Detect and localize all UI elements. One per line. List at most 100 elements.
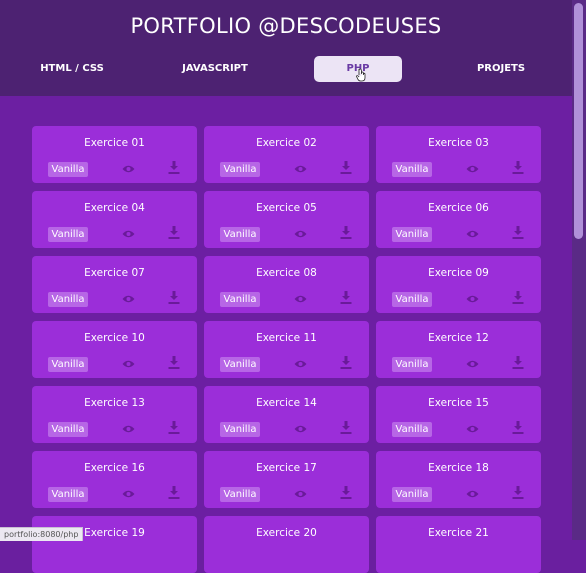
exercise-title: Exercice 01 bbox=[84, 137, 145, 149]
vanilla-tag: Vanilla bbox=[220, 487, 260, 502]
eye-icon[interactable] bbox=[294, 489, 307, 499]
vertical-scrollbar[interactable] bbox=[572, 0, 586, 540]
vanilla-tag: Vanilla bbox=[392, 162, 432, 177]
exercise-card[interactable]: Exercice 08 Vanilla bbox=[204, 256, 369, 313]
scrollbar-thumb[interactable] bbox=[574, 3, 583, 239]
exercise-card[interactable]: Exercice 21 bbox=[376, 516, 541, 573]
download-icon[interactable] bbox=[512, 486, 524, 499]
eye-icon[interactable] bbox=[294, 294, 307, 304]
exercise-card[interactable]: Exercice 15 Vanilla bbox=[376, 386, 541, 443]
download-icon[interactable] bbox=[340, 356, 352, 369]
exercise-card[interactable]: Exercice 03 Vanilla bbox=[376, 126, 541, 183]
eye-icon[interactable] bbox=[466, 489, 479, 499]
download-icon[interactable] bbox=[168, 421, 180, 434]
vanilla-tag: Vanilla bbox=[220, 292, 260, 307]
exercise-title: Exercice 02 bbox=[256, 137, 317, 149]
eye-icon[interactable] bbox=[294, 229, 307, 239]
download-icon[interactable] bbox=[512, 421, 524, 434]
vanilla-tag: Vanilla bbox=[220, 162, 260, 177]
eye-icon[interactable] bbox=[466, 229, 479, 239]
exercise-card[interactable]: Exercice 04 Vanilla bbox=[32, 191, 197, 248]
download-icon[interactable] bbox=[512, 161, 524, 174]
download-icon[interactable] bbox=[340, 226, 352, 239]
exercise-title: Exercice 20 bbox=[256, 527, 317, 539]
eye-icon[interactable] bbox=[122, 424, 135, 434]
eye-icon[interactable] bbox=[122, 164, 135, 174]
exercise-title: Exercice 12 bbox=[428, 332, 489, 344]
tab-projets[interactable]: PROJETS bbox=[458, 56, 544, 82]
download-icon[interactable] bbox=[340, 486, 352, 499]
vanilla-tag: Vanilla bbox=[48, 487, 88, 502]
exercise-card[interactable]: Exercice 14 Vanilla bbox=[204, 386, 369, 443]
eye-icon[interactable] bbox=[122, 359, 135, 369]
download-icon[interactable] bbox=[168, 226, 180, 239]
exercise-card[interactable]: Exercice 09 Vanilla bbox=[376, 256, 541, 313]
vanilla-tag: Vanilla bbox=[48, 162, 88, 177]
download-icon[interactable] bbox=[168, 486, 180, 499]
download-icon[interactable] bbox=[168, 161, 180, 174]
vanilla-tag: Vanilla bbox=[392, 292, 432, 307]
download-icon[interactable] bbox=[168, 291, 180, 304]
eye-icon[interactable] bbox=[466, 294, 479, 304]
exercise-card[interactable]: Exercice 13 Vanilla bbox=[32, 386, 197, 443]
vanilla-tag: Vanilla bbox=[48, 357, 88, 372]
download-icon[interactable] bbox=[512, 291, 524, 304]
download-icon[interactable] bbox=[512, 226, 524, 239]
exercise-title: Exercice 16 bbox=[84, 462, 145, 474]
eye-icon[interactable] bbox=[294, 424, 307, 434]
exercise-card[interactable]: Exercice 17 Vanilla bbox=[204, 451, 369, 508]
exercise-card[interactable]: Exercice 11 Vanilla bbox=[204, 321, 369, 378]
eye-icon[interactable] bbox=[294, 164, 307, 174]
vanilla-tag: Vanilla bbox=[48, 227, 88, 242]
exercise-title: Exercice 21 bbox=[428, 527, 489, 539]
exercise-card[interactable]: Exercice 18 Vanilla bbox=[376, 451, 541, 508]
tab-javascript[interactable]: JAVASCRIPT bbox=[170, 56, 260, 82]
exercise-title: Exercice 07 bbox=[84, 267, 145, 279]
vanilla-tag: Vanilla bbox=[392, 422, 432, 437]
exercise-card[interactable]: Exercice 06 Vanilla bbox=[376, 191, 541, 248]
vanilla-tag: Vanilla bbox=[392, 487, 432, 502]
exercise-title: Exercice 17 bbox=[256, 462, 317, 474]
vanilla-tag: Vanilla bbox=[392, 357, 432, 372]
page-title: PORTFOLIO @DESCODEUSES bbox=[130, 14, 442, 38]
eye-icon[interactable] bbox=[466, 359, 479, 369]
vanilla-tag: Vanilla bbox=[220, 357, 260, 372]
exercise-title: Exercice 05 bbox=[256, 202, 317, 214]
exercise-title: Exercice 11 bbox=[256, 332, 317, 344]
vanilla-tag: Vanilla bbox=[48, 422, 88, 437]
exercise-card[interactable]: Exercice 12 Vanilla bbox=[376, 321, 541, 378]
download-icon[interactable] bbox=[512, 356, 524, 369]
exercise-card[interactable]: Exercice 16 Vanilla bbox=[32, 451, 197, 508]
exercise-title: Exercice 04 bbox=[84, 202, 145, 214]
exercise-title: Exercice 06 bbox=[428, 202, 489, 214]
download-icon[interactable] bbox=[340, 291, 352, 304]
exercise-card[interactable]: Exercice 10 Vanilla bbox=[32, 321, 197, 378]
eye-icon[interactable] bbox=[122, 489, 135, 499]
tab-html-css[interactable]: HTML / CSS bbox=[28, 56, 116, 82]
exercise-card[interactable]: Exercice 02 Vanilla bbox=[204, 126, 369, 183]
link-status-bar: portfolio:8080/php bbox=[0, 527, 84, 541]
download-icon[interactable] bbox=[340, 161, 352, 174]
exercise-card[interactable]: Exercice 20 bbox=[204, 516, 369, 573]
exercise-card[interactable]: Exercice 07 Vanilla bbox=[32, 256, 197, 313]
hand-cursor-icon bbox=[356, 68, 366, 82]
eye-icon[interactable] bbox=[294, 359, 307, 369]
exercise-title: Exercice 09 bbox=[428, 267, 489, 279]
exercise-title: Exercice 13 bbox=[84, 397, 145, 409]
exercise-title: Exercice 15 bbox=[428, 397, 489, 409]
download-icon[interactable] bbox=[340, 421, 352, 434]
download-icon[interactable] bbox=[168, 356, 180, 369]
exercise-title: Exercice 14 bbox=[256, 397, 317, 409]
exercise-card[interactable]: Exercice 19 bbox=[32, 516, 197, 573]
vanilla-tag: Vanilla bbox=[220, 422, 260, 437]
exercise-title: Exercice 08 bbox=[256, 267, 317, 279]
vanilla-tag: Vanilla bbox=[392, 227, 432, 242]
exercise-card[interactable]: Exercice 01 Vanilla bbox=[32, 126, 197, 183]
exercise-card[interactable]: Exercice 05 Vanilla bbox=[204, 191, 369, 248]
eye-icon[interactable] bbox=[122, 294, 135, 304]
eye-icon[interactable] bbox=[466, 424, 479, 434]
eye-icon[interactable] bbox=[122, 229, 135, 239]
exercise-title: Exercice 10 bbox=[84, 332, 145, 344]
eye-icon[interactable] bbox=[466, 164, 479, 174]
exercise-title: Exercice 18 bbox=[428, 462, 489, 474]
